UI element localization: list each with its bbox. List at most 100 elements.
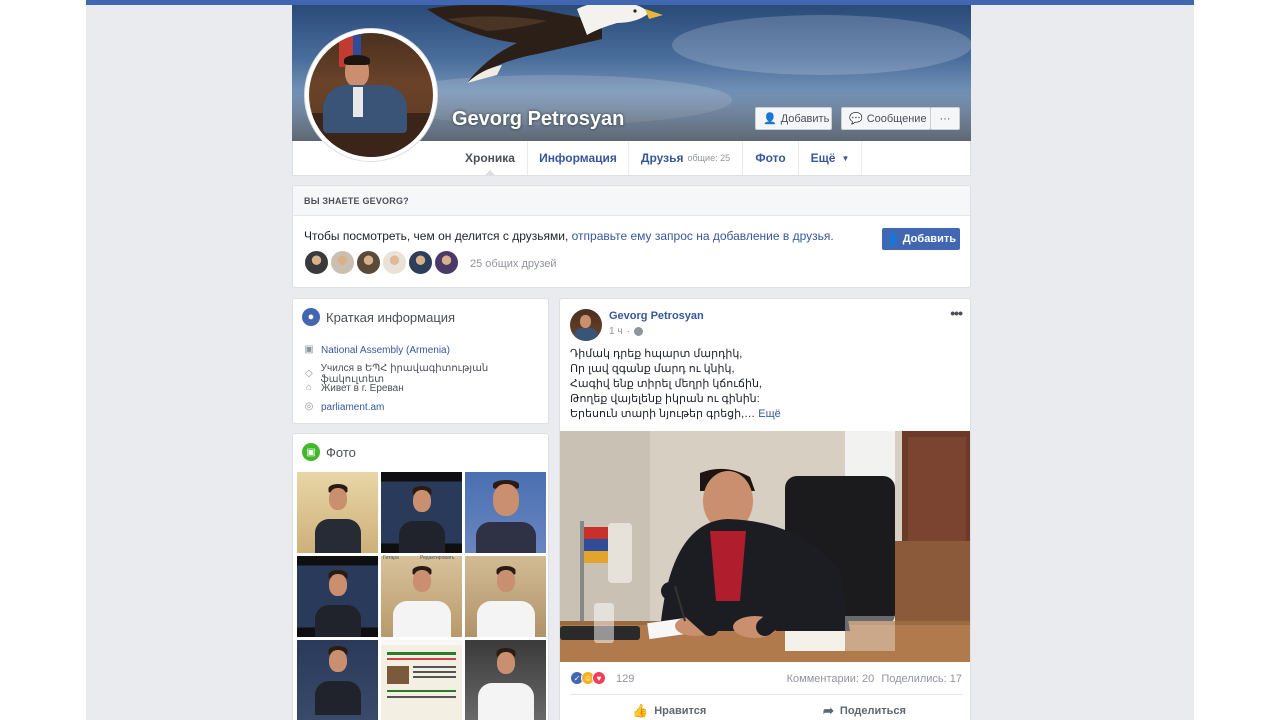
- face-decoration: [580, 315, 591, 328]
- post-line: Դիմակ դրեք հպարտ մարդիկ,: [570, 348, 743, 360]
- graduation-cap-icon: ◇: [304, 368, 313, 379]
- intro-location: ⌂ Живет в г. Ереван: [303, 382, 404, 394]
- tab-label: Ещё: [810, 151, 836, 165]
- document-line: [413, 676, 456, 678]
- like-button[interactable]: 👍 Нравится: [632, 703, 706, 719]
- divider: [570, 694, 962, 695]
- website-link[interactable]: parliament.am: [321, 402, 384, 413]
- know-message: Чтобы посмотреть, чем он делится с друзь…: [304, 229, 569, 243]
- tab-more[interactable]: Ещё ▼: [799, 141, 862, 175]
- intro-card: ● Краткая информация ▣ National Assembly…: [292, 298, 549, 424]
- intro-title: ● Краткая информация: [302, 308, 455, 326]
- tab-photos[interactable]: Фото: [743, 141, 799, 175]
- profile-avatar[interactable]: [304, 28, 438, 162]
- face-decoration: [328, 650, 347, 672]
- globe-icon: [633, 327, 643, 336]
- add-friend-label: Добавить: [902, 233, 956, 245]
- tab-label: Фото: [755, 151, 786, 165]
- globe-icon: ●: [302, 308, 320, 326]
- friend-avatar[interactable]: [408, 250, 433, 275]
- add-friend-icon: 👤: [886, 233, 900, 246]
- photo-thumbnail[interactable]: [297, 556, 378, 637]
- message-label: Сообщение: [866, 112, 927, 125]
- reactions-count[interactable]: 129: [616, 673, 634, 685]
- photos-card: ▣ Фото Гитара Редактировать: [292, 433, 549, 720]
- know-person-box: ВЫ ЗНАЕТЕ GEVORG? Чтобы посмотреть, чем …: [292, 185, 971, 288]
- suit-decoration: [314, 519, 361, 553]
- face-decoration: [492, 484, 519, 516]
- mutual-friends-text[interactable]: 25 общих друзей: [470, 258, 557, 270]
- share-arrow-icon: ➦: [823, 703, 834, 718]
- post-time-text[interactable]: 1 ч: [609, 326, 623, 337]
- shirt-decoration: [477, 683, 534, 720]
- add-friend-button-secondary[interactable]: 👤 Добавить: [882, 228, 960, 250]
- thumbs-up-icon: 👍: [632, 703, 649, 718]
- photo-thumbnail[interactable]: [381, 472, 462, 553]
- more-options-button[interactable]: ···: [930, 107, 960, 130]
- document-line: [387, 658, 456, 660]
- post-stats: ✓ ☺ ♥ 129 Комментарии: 20 Поделились: 17: [570, 671, 962, 687]
- photo-thumbnail[interactable]: [465, 556, 546, 637]
- post-counts: Комментарии: 20 Поделились: 17: [787, 673, 962, 685]
- more-options-label: ···: [939, 112, 951, 125]
- document-line: [387, 652, 456, 655]
- profile-name[interactable]: Gevorg Petrosyan: [452, 108, 624, 131]
- face-decoration: [412, 570, 431, 592]
- add-friend-button[interactable]: 👤 Добавить: [755, 107, 832, 130]
- dot-separator: ·: [626, 326, 630, 337]
- friend-avatar[interactable]: [330, 250, 355, 275]
- friend-avatar[interactable]: [304, 250, 329, 275]
- suit-decoration: [314, 681, 361, 715]
- shirt-decoration: [353, 87, 363, 117]
- photo-icon: ▣: [302, 443, 320, 461]
- post-timestamp: 1 ч ·: [609, 326, 643, 337]
- photo-thumbnail[interactable]: [465, 640, 546, 720]
- home-icon: ⌂: [305, 382, 313, 393]
- mutual-friends-count: общие: 25: [687, 153, 731, 163]
- post-line: Հագիվ ենք տիրել մեղրի կճուճին,: [570, 378, 762, 390]
- like-label: Нравится: [654, 705, 707, 717]
- caption-strip: [381, 640, 462, 645]
- location-text: Живет в г. Ереван: [321, 382, 404, 394]
- eagle-image: [427, 5, 663, 83]
- post-author-avatar[interactable]: [570, 309, 602, 341]
- photo-thumbnail[interactable]: [381, 640, 462, 720]
- face-decoration: [496, 652, 515, 674]
- friend-avatar[interactable]: [434, 250, 459, 275]
- comments-count[interactable]: Комментарии: 20: [787, 673, 875, 685]
- photo-thumbnail[interactable]: [297, 472, 378, 553]
- share-button[interactable]: ➦ Поделиться: [823, 703, 906, 719]
- active-tab-indicator: [484, 170, 496, 176]
- document-line: [413, 666, 456, 668]
- friend-avatar[interactable]: [382, 250, 407, 275]
- tab-about[interactable]: Информация: [528, 141, 629, 175]
- face-decoration: [496, 570, 515, 592]
- friend-avatar[interactable]: [356, 250, 381, 275]
- post-photo[interactable]: [560, 431, 970, 662]
- photos-title-text[interactable]: Фото: [326, 445, 356, 460]
- know-text: Чтобы посмотреть, чем он делится с друзь…: [304, 229, 834, 243]
- reaction-icons[interactable]: ✓ ☺ ♥: [570, 671, 606, 685]
- chevron-down-icon: ▼: [841, 153, 850, 163]
- message-button[interactable]: 💬 Сообщение: [841, 107, 931, 130]
- photo-thumbnail[interactable]: [465, 472, 546, 553]
- add-friend-icon: 👤: [763, 113, 777, 125]
- suit-decoration: [398, 521, 445, 553]
- work-link[interactable]: National Assembly (Armenia): [321, 345, 450, 356]
- document-line: [387, 690, 456, 692]
- tab-label: Информация: [539, 151, 617, 165]
- photo-thumbnail[interactable]: [297, 640, 378, 720]
- briefcase-icon: ▣: [304, 344, 314, 355]
- intro-work: ▣ National Assembly (Armenia): [303, 344, 450, 356]
- photo-thumbnail[interactable]: [381, 556, 462, 637]
- post-options-icon[interactable]: •••: [950, 305, 963, 321]
- know-heading: ВЫ ЗНАЕТЕ GEVORG?: [293, 186, 970, 216]
- shares-count[interactable]: Поделились: 17: [881, 673, 962, 685]
- tab-friends[interactable]: Друзья общие: 25: [629, 141, 743, 175]
- post-line: Թողեք վայելենք իկրան ու գինին:: [570, 393, 760, 405]
- intro-website: ◎ parliament.am: [303, 401, 385, 413]
- post-author-name[interactable]: Gevorg Petrosyan: [609, 310, 704, 322]
- hair-decoration: [344, 55, 370, 65]
- see-more-link[interactable]: Ещё: [758, 408, 781, 420]
- send-request-link[interactable]: отправьте ему запрос на добавление в дру…: [572, 229, 834, 243]
